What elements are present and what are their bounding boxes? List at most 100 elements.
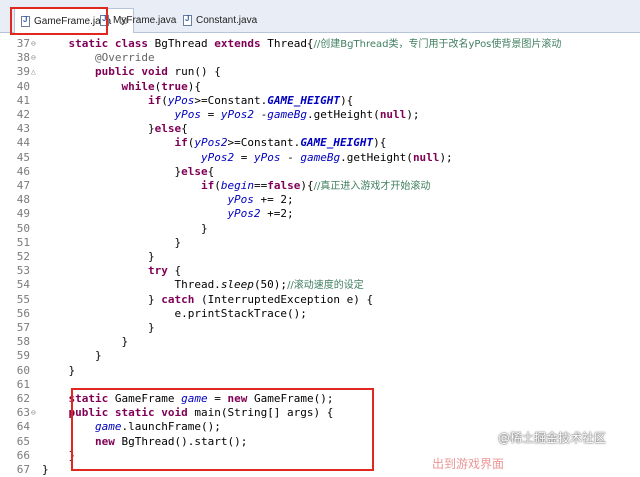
line-number: 51: [16, 235, 30, 249]
code-token: =: [200, 108, 221, 121]
code-line: 44 if(yPos2>=Constant.GAME_HEIGHT){: [0, 135, 640, 150]
code-token: }: [42, 122, 155, 136]
code-token: += 2;: [253, 193, 294, 207]
code-token: if: [200, 179, 215, 192]
code-text: }: [42, 334, 128, 349]
code-token: );: [406, 108, 420, 121]
highlight-box-main: [71, 388, 374, 471]
code-token: }: [42, 235, 182, 249]
code-token: if: [174, 136, 188, 150]
line-number: 40: [16, 79, 30, 93]
highlight-box-tab: [10, 7, 108, 35]
code-text: }else{: [42, 164, 214, 179]
code-token: //真正进入游戏才开始滚动: [313, 181, 431, 192]
code-text: }: [42, 363, 75, 378]
code-token: yPos2: [194, 136, 228, 150]
code-token: GAME_HEIGHT: [267, 93, 341, 107]
line-number: 54: [16, 278, 30, 292]
code-line: 58 }: [0, 334, 640, 349]
code-token: >=Constant.: [194, 93, 268, 107]
code-token: -: [280, 150, 301, 164]
code-token: try: [147, 264, 168, 278]
code-line: 55 } catch (InterruptedException e) {: [0, 292, 640, 307]
watermark-partial-text: 出到游戏界面: [432, 457, 505, 471]
code-token: (InterruptedException e) {: [194, 292, 374, 306]
fold-marker-icon[interactable]: ⊖: [31, 50, 36, 65]
line-number: 39: [16, 65, 30, 79]
tab-myframe-java[interactable]: MyFrame.java: [100, 9, 176, 31]
line-number: 49: [16, 207, 30, 221]
code-line: 50 }: [0, 221, 640, 236]
code-line: 43 }else{: [0, 121, 640, 136]
code-token: null: [412, 150, 440, 164]
code-text: }: [42, 221, 208, 236]
code-token: e.printStackTrace();: [42, 306, 307, 320]
code-token: yPos: [253, 150, 281, 164]
fold-marker-icon[interactable]: ⊖: [31, 36, 36, 51]
code-token: Thread.: [42, 278, 221, 292]
code-token: ){: [187, 79, 201, 93]
line-number: 52: [16, 250, 30, 263]
code-token: .getHeight(: [306, 108, 380, 121]
code-line: 48 yPos += 2;: [0, 192, 640, 207]
code-text: yPos2 = yPos - gameBg.getHeight(null);: [42, 150, 453, 165]
code-text: public void run() {: [42, 64, 221, 79]
code-text: while(true){: [42, 79, 201, 94]
code-line: 57 }: [0, 320, 640, 335]
code-text: }else{: [42, 121, 188, 136]
code-line: 38 ⊖ @Override: [0, 50, 640, 65]
line-number: 56: [16, 306, 30, 320]
line-number: 57: [16, 321, 30, 334]
fold-marker-icon[interactable]: ⊖: [31, 405, 36, 420]
code-token: static class: [68, 37, 148, 50]
code-token: ==: [253, 179, 268, 192]
code-token: sleep: [220, 278, 254, 292]
code-token: ){: [340, 93, 354, 107]
line-number: 46: [16, 164, 30, 178]
code-text: @Override: [42, 50, 155, 65]
code-token: false: [267, 179, 301, 192]
code-token: yPos2: [220, 108, 254, 121]
code-text: }: [42, 235, 181, 250]
line-number: 67: [16, 463, 30, 476]
code-token: @Override: [94, 51, 155, 65]
tab-constant-java[interactable]: Constant.java: [183, 9, 257, 31]
java-file-icon: [183, 14, 192, 26]
code-token: }: [42, 335, 129, 349]
tab-label: MyFrame.java: [113, 14, 177, 26]
fold-marker-icon[interactable]: △: [31, 64, 36, 79]
code-token: {: [167, 264, 182, 278]
line-number: 50: [16, 221, 30, 235]
code-token: }: [42, 363, 76, 377]
code-token: run() {: [167, 65, 221, 79]
line-number: 47: [16, 179, 30, 192]
code-line: 53 try {: [0, 263, 640, 278]
code-token: =: [234, 150, 254, 164]
line-number: 61: [16, 377, 30, 391]
line-number: 41: [16, 93, 30, 107]
code-text: yPos2 +=2;: [42, 206, 293, 221]
code-token: catch: [161, 292, 195, 306]
code-token: public void: [94, 65, 168, 79]
code-token: yPos: [227, 193, 254, 207]
code-text: }: [42, 249, 155, 264]
code-token: gameBg: [267, 108, 307, 121]
code-text: } catch (InterruptedException e) {: [42, 292, 373, 307]
line-number: 60: [16, 363, 30, 377]
code-line: 46 }else{: [0, 164, 640, 179]
line-number: 48: [16, 193, 30, 207]
code-text: try {: [42, 263, 181, 278]
code-token: >=Constant.: [227, 136, 301, 150]
line-number: 43: [16, 122, 30, 136]
code-line: 37 ⊖ static class BgThread extends Thread…: [0, 36, 640, 51]
code-text: yPos = yPos2 -gameBg.getHeight(null);: [42, 107, 420, 122]
